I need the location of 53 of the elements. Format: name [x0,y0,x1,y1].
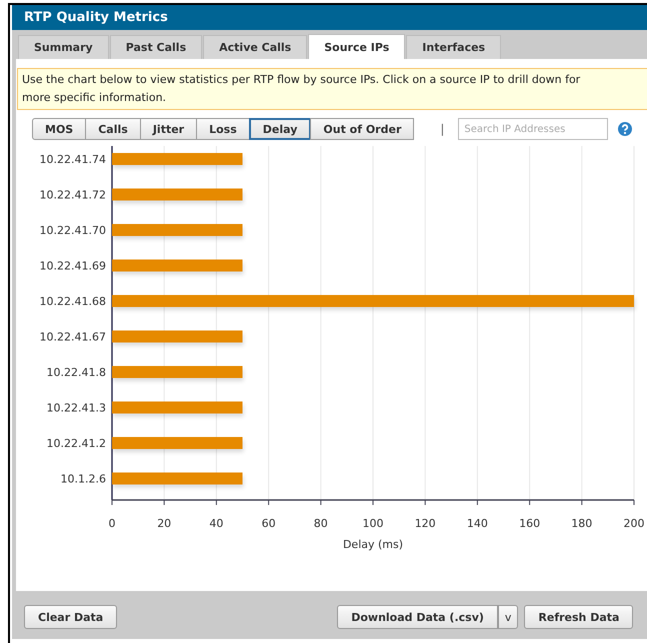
bar[interactable] [112,366,242,378]
download-data-button[interactable]: Download Data (.csv) [337,605,498,629]
metric-button[interactable]: Calls [85,118,141,140]
bar[interactable] [112,472,242,484]
tick-label: 40 [209,517,224,530]
metric-button[interactable]: Delay [248,118,312,140]
tab[interactable]: Past Calls [110,35,202,59]
tick-label: 140 [466,517,488,530]
separator: | [440,122,444,136]
axis-title: Delay (ms) [342,538,404,551]
axis-label[interactable]: 10.22.41.2 [46,437,106,450]
metric-button[interactable]: Loss [196,118,250,140]
bar[interactable] [112,295,634,307]
bar[interactable] [112,437,242,449]
help-icon[interactable] [618,122,632,136]
tick-label: 120 [414,517,436,530]
metric-button[interactable]: MOS [32,118,86,140]
axis-label[interactable]: 10.22.41.74 [40,153,106,166]
window-title: RTP Quality Metrics [12,5,647,30]
axis-label[interactable]: 10.22.41.3 [46,402,106,414]
info-text: more specific information. [22,90,166,106]
bar[interactable] [112,153,242,165]
bar[interactable] [112,330,242,342]
metric-button[interactable]: Jitter [140,118,198,140]
refresh-data-button[interactable]: Refresh Data [524,605,634,629]
axis-label[interactable]: 10.22.41.72 [40,188,106,202]
info-text: Use the chart below to view statistics per RTP flow by source IPs. Click on a source IP to drill down for [22,72,580,88]
tab[interactable]: Source IPs [308,34,406,59]
axis-label[interactable]: 10.22.41.8 [46,366,106,379]
tick-label: 0 [108,517,116,530]
clear-data-button[interactable]: Clear Data [24,605,118,629]
tick-label: 180 [571,517,592,530]
bar[interactable] [112,402,242,414]
bar[interactable] [112,260,242,272]
tick-label: 200 [624,517,644,530]
download-menu-button[interactable]: v [498,605,518,629]
tab[interactable]: Interfaces [406,35,502,59]
tab[interactable]: Summary [18,35,109,59]
search-field[interactable]: Search IP Addresses [458,118,608,140]
tick-label: 100 [362,517,384,530]
tab[interactable]: Active Calls [203,35,308,59]
bar[interactable] [112,188,242,200]
tick-label: 80 [314,517,328,530]
tick-label: 160 [519,517,540,530]
tick-label: 60 [262,517,276,530]
metric-button[interactable]: Out of Order [310,118,414,140]
tick-label: 20 [157,517,172,530]
axis-label[interactable]: 10.1.2.6 [60,472,106,486]
axis-label[interactable]: 10.22.41.68 [40,295,106,308]
axis-label[interactable]: 10.22.41.67 [40,330,106,344]
axis-label[interactable]: 10.22.41.70 [40,224,106,237]
bar[interactable] [112,224,242,236]
axis-label[interactable]: 10.22.41.69 [40,260,106,272]
